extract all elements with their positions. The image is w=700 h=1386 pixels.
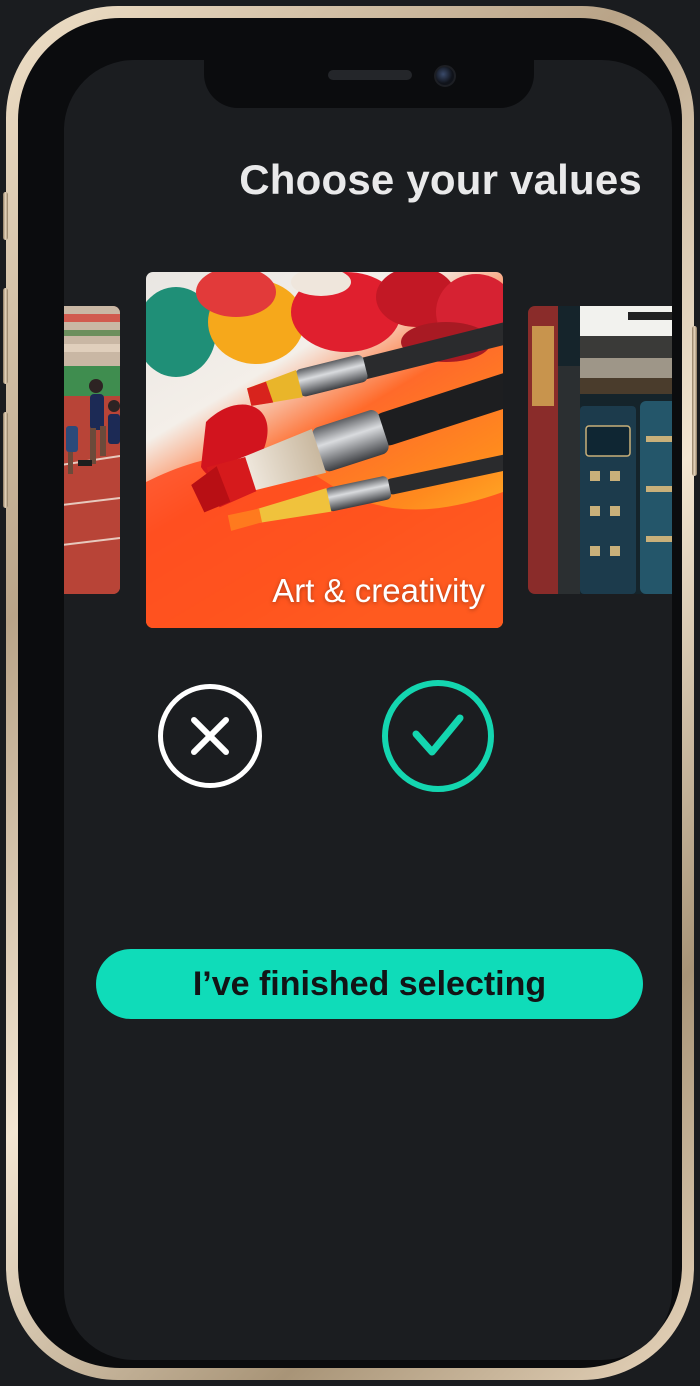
previous-value-card[interactable] xyxy=(64,306,120,594)
speaker-grille xyxy=(328,70,412,80)
next-value-card[interactable] xyxy=(528,306,672,594)
finish-selecting-button[interactable]: I’ve finished selecting xyxy=(96,949,643,1019)
front-camera xyxy=(434,65,456,87)
old-books-photo xyxy=(528,306,672,594)
volume-up-button xyxy=(3,288,8,384)
notch xyxy=(204,60,534,108)
phone-bezel: Choose your values Art & creativity I’ve… xyxy=(18,18,682,1368)
close-icon xyxy=(191,717,229,755)
screen: Choose your values Art & creativity I’ve… xyxy=(64,60,672,1360)
reject-button[interactable] xyxy=(158,684,262,788)
power-button xyxy=(692,326,697,476)
checkmark-icon xyxy=(412,714,464,756)
current-value-card[interactable]: Art & creativity xyxy=(146,272,503,628)
page-title: Choose your values xyxy=(239,156,642,203)
phone-frame: Choose your values Art & creativity I’ve… xyxy=(3,6,697,1380)
accept-button[interactable] xyxy=(382,680,494,792)
sprinters-on-track-photo xyxy=(64,306,120,594)
silent-switch xyxy=(3,192,8,240)
volume-down-button xyxy=(3,412,8,508)
card-label: Art & creativity xyxy=(272,572,485,609)
